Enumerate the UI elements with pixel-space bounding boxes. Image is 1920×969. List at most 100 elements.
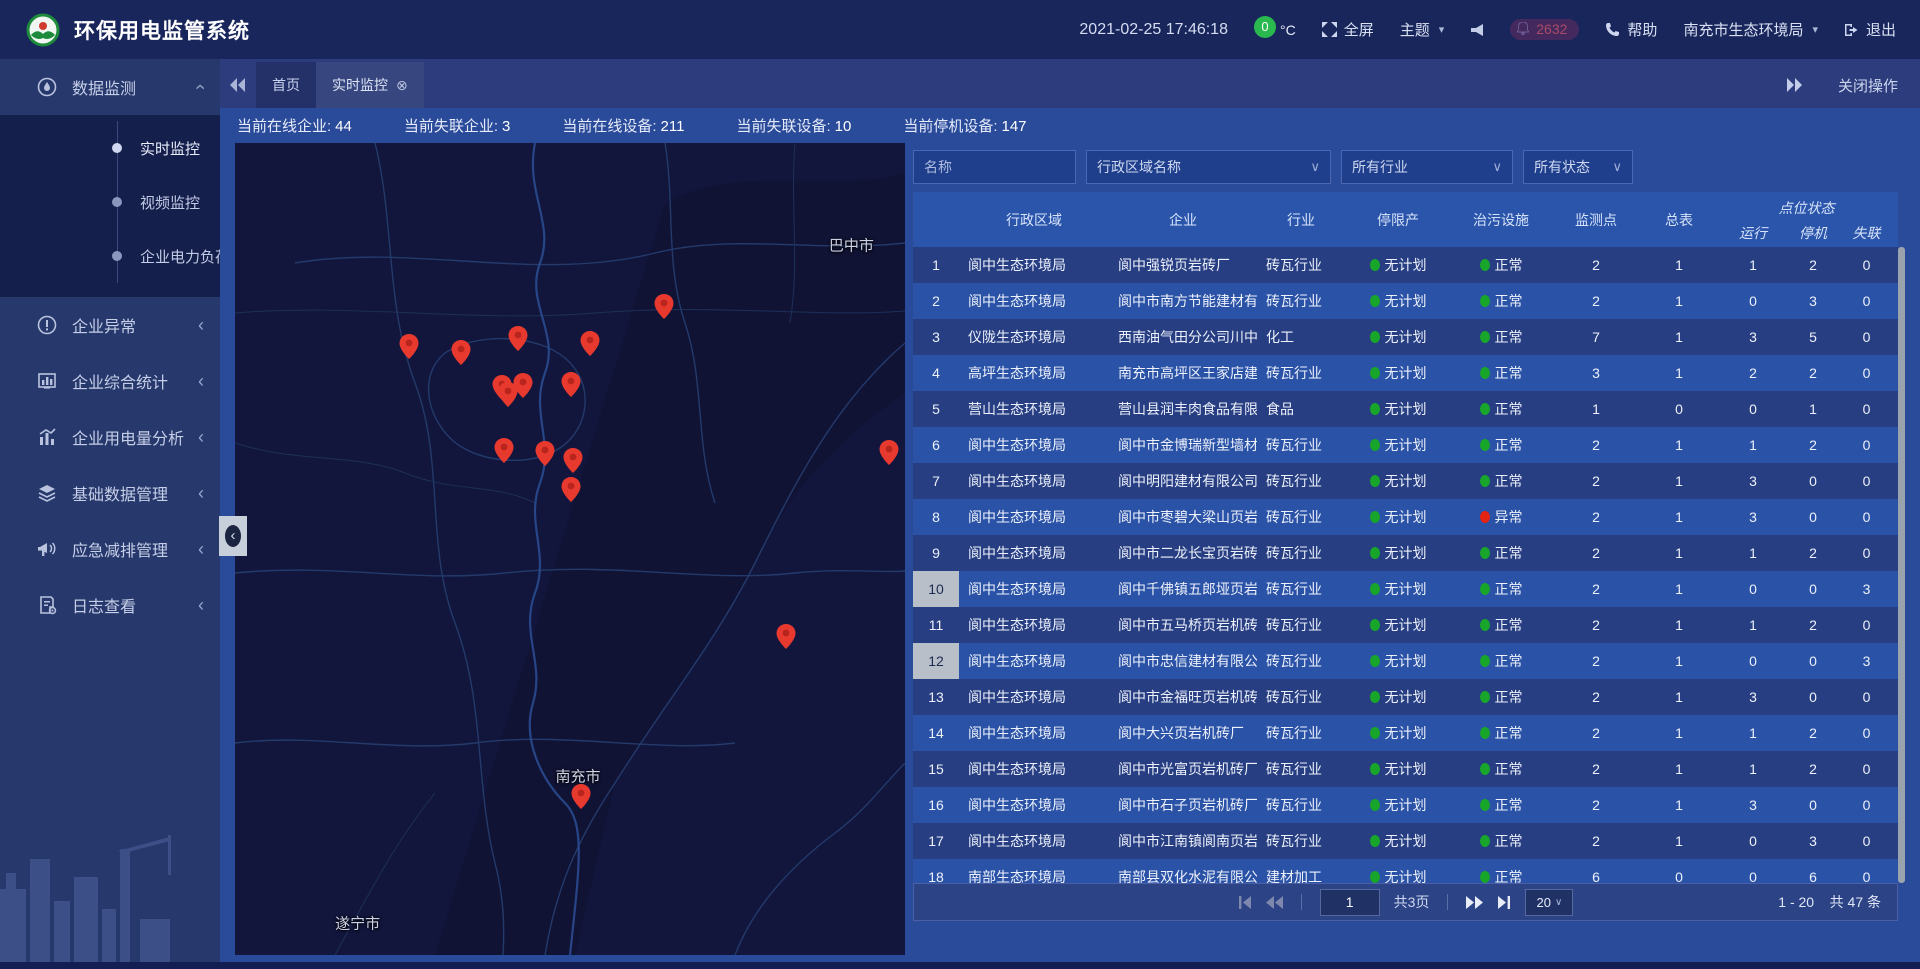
map-pin-icon[interactable] [561, 372, 580, 397]
map-panel[interactable]: 巴中市南充市遂宁市 [235, 143, 905, 955]
page-size-select[interactable]: 20 ∨ [1525, 889, 1573, 916]
cell-total-meters: 1 [1641, 257, 1717, 273]
status-dot-icon [1370, 403, 1380, 415]
table-row[interactable]: 1阆中生态环境局阆中强锐页岩砖厂砖瓦行业无计划正常21120 [913, 247, 1898, 283]
page-number-input[interactable]: 1 [1320, 889, 1380, 916]
cell-row-number: 6 [913, 427, 959, 463]
cell-monitor-points: 2 [1551, 257, 1641, 273]
sidebar-subitem-label: 企业电力负荷明细 [140, 246, 220, 267]
help-button[interactable]: 帮助 [1605, 19, 1657, 40]
map-pin-icon[interactable] [572, 784, 591, 809]
table-row[interactable]: 4高坪生态环境局南充市高坪区王家店建砖瓦行业无计划正常31220 [913, 355, 1898, 391]
sidebar-subitem[interactable]: 实时监控 [0, 121, 220, 175]
map-pin-icon[interactable] [508, 326, 527, 351]
stop-plan-text: 无计划 [1385, 435, 1427, 455]
tab-close-icon[interactable]: ⊗ [396, 77, 408, 94]
map-pin-icon[interactable] [879, 440, 898, 465]
close-operations-button[interactable]: 关闭操作 [1838, 75, 1898, 96]
tabs-scroll-left-button[interactable] [220, 62, 256, 108]
cell-row-number: 4 [913, 355, 959, 391]
map-pin-icon[interactable] [777, 624, 796, 649]
status-dot-icon [1480, 367, 1490, 379]
table-row[interactable]: 15阆中生态环境局阆中市光富页岩机砖厂砖瓦行业无计划正常21120 [913, 751, 1898, 787]
status-dot-icon [1370, 331, 1380, 343]
stop-plan-text: 无计划 [1385, 471, 1427, 491]
cell-industry: 砖瓦行业 [1257, 255, 1345, 275]
cell-company: 阆中明阳建材有限公司 [1109, 471, 1257, 491]
cell-industry: 食品 [1257, 399, 1345, 419]
table-row[interactable]: 5营山生态环境局营山县润丰肉食品有限食品无计划正常10010 [913, 391, 1898, 427]
sidebar-subitem[interactable]: 企业电力负荷明细 [0, 229, 220, 283]
cell-industry: 砖瓦行业 [1257, 363, 1345, 383]
table-row[interactable]: 7阆中生态环境局阆中明阳建材有限公司砖瓦行业无计划正常21300 [913, 463, 1898, 499]
name-input-placeholder: 名称 [924, 157, 952, 177]
map-pin-icon[interactable] [561, 477, 580, 502]
map-pin-icon[interactable] [581, 331, 600, 356]
sidebar-item-2[interactable]: 企业异常‹ [0, 297, 220, 353]
map-pin-icon[interactable] [564, 448, 583, 473]
map-pin-icon[interactable] [498, 382, 517, 407]
table-row[interactable]: 14阆中生态环境局阆中大兴页岩机砖厂砖瓦行业无计划正常21120 [913, 715, 1898, 751]
map-pin-icon[interactable] [536, 441, 555, 466]
first-page-button[interactable] [1238, 896, 1252, 909]
table-row[interactable]: 11阆中生态环境局阆中市五马桥页岩机砖砖瓦行业无计划正常21120 [913, 607, 1898, 643]
cell-stopped: 1 [1789, 401, 1837, 417]
map-pin-icon[interactable] [451, 340, 470, 365]
table-row[interactable]: 3仪陇生态环境局西南油气田分公司川中化工无计划正常71350 [913, 319, 1898, 355]
table-row[interactable]: 10阆中生态环境局阆中千佛镇五郎垭页岩砖瓦行业无计划正常21003 [913, 571, 1898, 607]
status-dot-icon [1370, 547, 1380, 559]
tab-首页[interactable]: 首页 [256, 62, 316, 108]
next-page-button[interactable] [1466, 896, 1483, 909]
sidebar-subitem[interactable]: 视频监控 [0, 175, 220, 229]
cell-total-meters: 0 [1641, 401, 1717, 417]
map-collapse-button[interactable]: ‹ [219, 516, 247, 556]
name-search-input[interactable]: 名称 [913, 150, 1076, 184]
sidebar-item-1[interactable]: 数据监测‹ [0, 59, 220, 115]
cell-facility-status: 正常 [1451, 615, 1551, 635]
sidebar-item-5[interactable]: 基础数据管理‹ [0, 465, 220, 521]
map-pin-icon[interactable] [400, 334, 419, 359]
table-row[interactable]: 8阆中生态环境局阆中市枣碧大梁山页岩砖瓦行业无计划异常21300 [913, 499, 1898, 535]
user-dropdown[interactable]: 南充市生态环境局 ▾ [1683, 19, 1818, 40]
header-subcell: 运行 [1717, 218, 1789, 247]
sidebar-item-3[interactable]: 企业综合统计‹ [0, 353, 220, 409]
cell-company: 阆中千佛镇五郎垭页岩 [1109, 579, 1257, 599]
region-select[interactable]: 行政区域名称 ∨ [1086, 150, 1331, 184]
table-scrollbar[interactable] [1898, 247, 1905, 883]
map-pin-icon[interactable] [495, 438, 514, 463]
sound-button[interactable] [1470, 23, 1484, 37]
log-icon [36, 594, 58, 616]
sidebar-item-4[interactable]: 企业用电量分析‹ [0, 409, 220, 465]
table-row[interactable]: 17阆中生态环境局阆中市江南镇阆南页岩砖瓦行业无计划正常21030 [913, 823, 1898, 859]
prev-page-button[interactable] [1266, 896, 1283, 909]
industry-select[interactable]: 所有行业 ∨ [1341, 150, 1513, 184]
status-select[interactable]: 所有状态 ∨ [1523, 150, 1633, 184]
last-page-button[interactable] [1497, 896, 1511, 909]
cell-running: 0 [1717, 833, 1789, 849]
cell-region: 仪陇生态环境局 [959, 327, 1109, 347]
facility-status-text: 正常 [1495, 255, 1523, 275]
table-row[interactable]: 13阆中生态环境局阆中市金福旺页岩机砖砖瓦行业无计划正常21300 [913, 679, 1898, 715]
fullscreen-button[interactable]: 全屏 [1322, 19, 1374, 40]
theme-dropdown[interactable]: 主题 ▾ [1400, 19, 1445, 40]
table-row[interactable]: 2阆中生态环境局阆中市南方节能建材有砖瓦行业无计划正常21030 [913, 283, 1898, 319]
cell-running: 0 [1717, 653, 1789, 669]
table-row[interactable]: 6阆中生态环境局阆中市金博瑞新型墙材砖瓦行业无计划正常21120 [913, 427, 1898, 463]
cell-region: 阆中生态环境局 [959, 687, 1109, 707]
notifications-badge[interactable]: 2632 [1510, 19, 1579, 40]
tab-实时监控[interactable]: 实时监控⊗ [316, 62, 424, 108]
facility-status-text: 正常 [1495, 759, 1523, 779]
table-row[interactable]: 9阆中生态环境局阆中市二龙长宝页岩砖砖瓦行业无计划正常21120 [913, 535, 1898, 571]
table-row[interactable]: 16阆中生态环境局阆中市石子页岩机砖厂砖瓦行业无计划正常21300 [913, 787, 1898, 823]
tabs-scroll-right-button[interactable] [1776, 62, 1812, 108]
stop-plan-text: 无计划 [1385, 651, 1427, 671]
cell-stopped: 2 [1789, 545, 1837, 561]
logout-button[interactable]: 退出 [1844, 19, 1896, 40]
table-row[interactable]: 12阆中生态环境局阆中市忠信建材有限公砖瓦行业无计划正常21003 [913, 643, 1898, 679]
map-pin-icon[interactable] [654, 294, 673, 319]
chevron-down-icon: ∨ [1612, 159, 1622, 175]
status-dot-icon [1480, 331, 1490, 343]
sidebar-item-6[interactable]: 应急减排管理‹ [0, 521, 220, 577]
table-row[interactable]: 18南部生态环境局南部县双化水泥有限公建材加工无计划正常60060 [913, 859, 1898, 883]
sidebar-item-7[interactable]: 日志查看‹ [0, 577, 220, 633]
